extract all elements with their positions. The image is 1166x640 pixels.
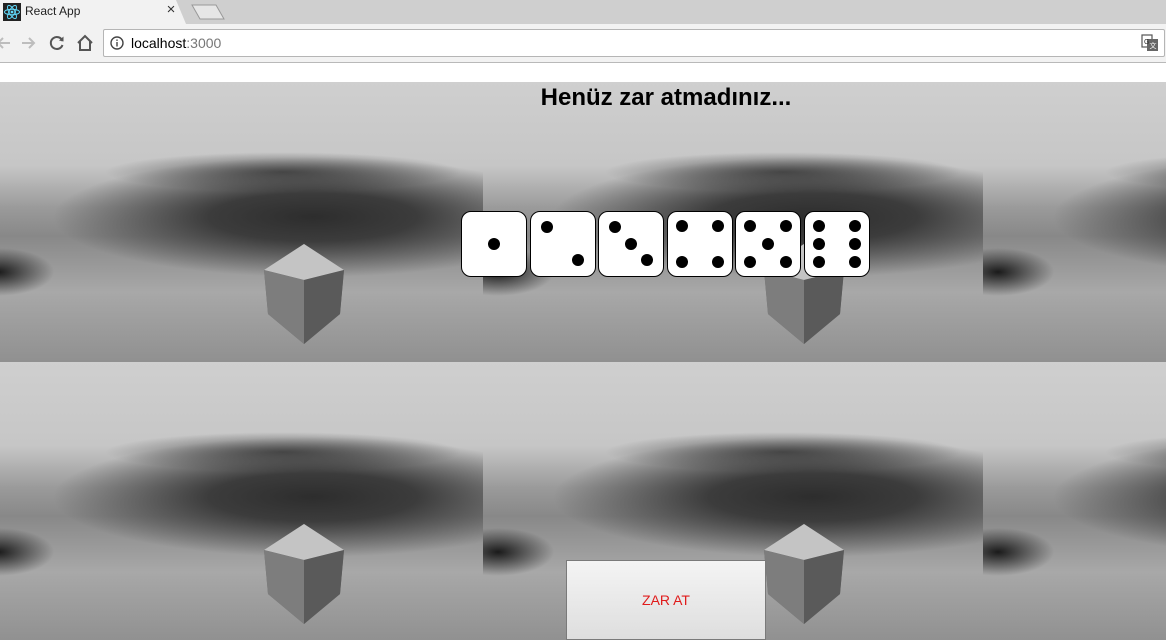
- background-tile: [983, 362, 1166, 640]
- svg-text:文: 文: [1150, 41, 1157, 50]
- url-text[interactable]: localhost:3000: [131, 35, 221, 51]
- background-tile: [0, 362, 483, 640]
- dice-pip: [848, 238, 861, 250]
- browser-toolbar: localhost:3000 G 文: [0, 24, 1166, 63]
- bookmarks-bar: [0, 63, 1166, 82]
- react-logo-icon: [3, 3, 21, 21]
- reload-icon[interactable]: [47, 33, 67, 53]
- dice-face-3: [598, 211, 664, 277]
- home-icon[interactable]: [75, 33, 95, 53]
- dice-pip: [625, 238, 637, 250]
- dice-pip: [488, 238, 500, 250]
- info-icon[interactable]: [110, 36, 124, 50]
- dice-pip: [848, 256, 861, 268]
- new-tab-button[interactable]: [190, 4, 226, 20]
- dice-face-2: [529, 211, 596, 277]
- browser-tab[interactable]: React App ×: [0, 0, 186, 24]
- dice-pip: [540, 221, 553, 233]
- background-tile: [0, 82, 483, 362]
- spinning-die-image: [264, 244, 344, 344]
- address-bar[interactable]: localhost:3000 G 文: [103, 29, 1165, 57]
- translate-icon[interactable]: G 文: [1141, 34, 1159, 52]
- dice-pip: [848, 220, 861, 232]
- page-title: Henüz zar atmadınız...: [540, 84, 792, 111]
- dice-pip: [641, 254, 653, 266]
- dice-pip: [762, 238, 774, 250]
- dice-pip: [711, 220, 724, 232]
- dice-pip: [675, 220, 688, 232]
- dice-face-1: [461, 211, 527, 277]
- dice-pip: [711, 256, 724, 268]
- back-arrow-icon[interactable]: [0, 33, 14, 53]
- dice-pip: [571, 254, 584, 266]
- dice-pip: [812, 238, 825, 250]
- dice-pip: [675, 256, 688, 268]
- tab-title: React App: [25, 4, 81, 18]
- page-background: [0, 82, 1166, 640]
- dice-pip: [812, 220, 825, 232]
- dice-face-6: [803, 211, 870, 277]
- dice-face-5: [735, 211, 801, 277]
- spinning-die-image: [264, 524, 344, 624]
- tab-strip: React App ×: [0, 0, 1166, 24]
- dice-pip: [609, 221, 621, 233]
- background-tile: [983, 82, 1166, 362]
- spinning-die-image: [764, 524, 844, 624]
- dice-face-4: [666, 211, 733, 277]
- roll-dice-button[interactable]: ZAR AT: [566, 560, 766, 640]
- dice-pip: [812, 256, 825, 268]
- dice-pip: [744, 256, 756, 268]
- forward-arrow-icon[interactable]: [18, 33, 38, 53]
- dice-pip: [744, 220, 756, 232]
- dice-pip: [780, 220, 792, 232]
- dice-pip: [780, 256, 792, 268]
- close-tab-icon[interactable]: ×: [163, 2, 179, 18]
